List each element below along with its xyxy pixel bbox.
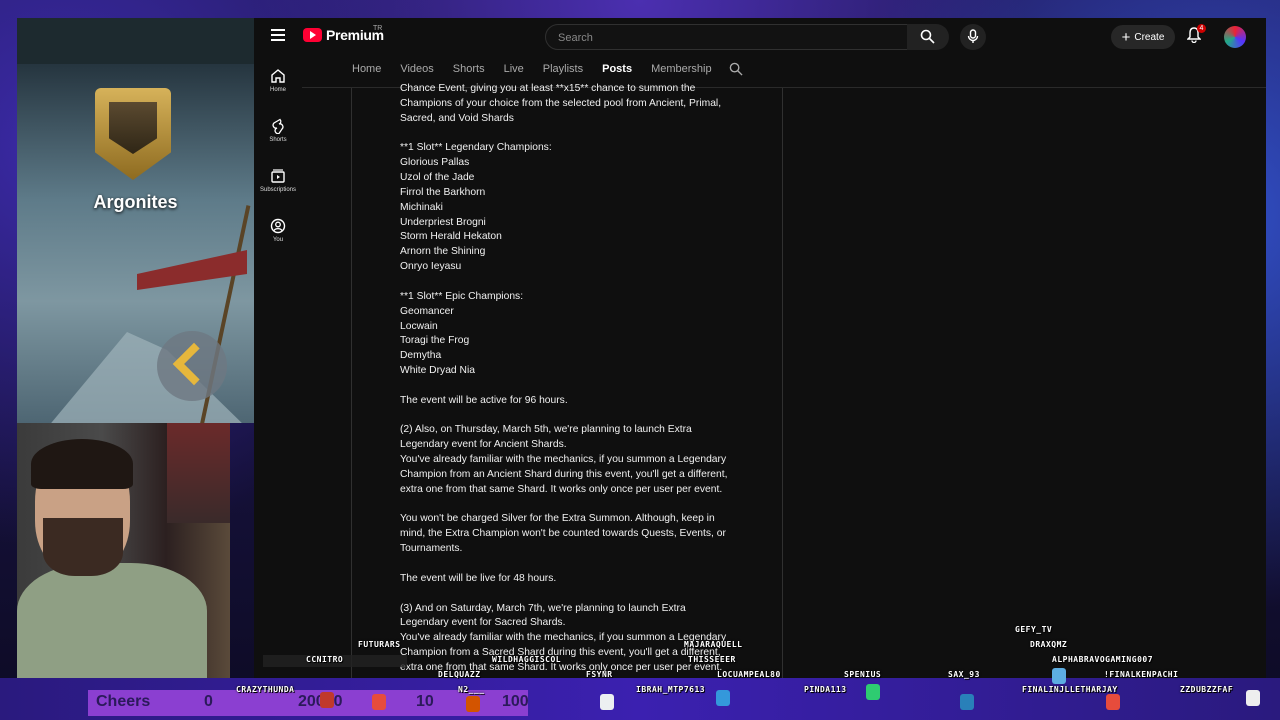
chat-username: !FINALKENPACHI xyxy=(1104,670,1179,679)
search-box xyxy=(545,24,909,51)
nav-home[interactable]: Home xyxy=(254,68,302,118)
webcam-feed xyxy=(17,423,230,678)
account-avatar[interactable] xyxy=(1224,26,1246,48)
cheers-value: 10 xyxy=(416,693,434,710)
nav-subscriptions[interactable]: Subscriptions xyxy=(254,168,302,218)
chat-username: SPENIUS xyxy=(844,670,882,679)
tab-shorts[interactable]: Shorts xyxy=(453,63,485,75)
youtube-play-icon xyxy=(303,28,322,42)
youtube-logo[interactable]: Premium TR xyxy=(303,25,384,43)
game-top-bar xyxy=(17,18,254,64)
chat-username: DRAXQMZ xyxy=(1030,640,1068,649)
notification-count-badge: 4 xyxy=(1197,24,1206,33)
cheers-value: 100 xyxy=(502,693,529,710)
community-post: Chance Event, giving you at least **x15*… xyxy=(351,83,783,678)
chat-username: DELQUAZZ xyxy=(438,670,481,679)
chat-username: GEFY_TV xyxy=(1015,625,1053,634)
nav-shorts[interactable]: Shorts xyxy=(254,118,302,168)
create-label: Create xyxy=(1134,31,1165,43)
chat-username: WILDHAGGISCOL xyxy=(492,655,562,664)
nav-label: Subscriptions xyxy=(259,187,297,193)
chat-username: CCNITRO xyxy=(306,655,344,664)
clan-badge-icon xyxy=(95,88,171,180)
chat-avatar-sprite xyxy=(1052,668,1066,684)
menu-icon[interactable] xyxy=(271,29,285,41)
chat-username: IBRAH_MTP7613 xyxy=(636,685,706,694)
subscriptions-icon xyxy=(271,169,285,183)
tab-live[interactable]: Live xyxy=(504,63,524,75)
create-button[interactable]: + Create xyxy=(1111,25,1175,49)
chat-avatar-sprite xyxy=(600,694,614,710)
tab-videos[interactable]: Videos xyxy=(400,63,433,75)
nav-label: Shorts xyxy=(269,137,287,143)
tab-home[interactable]: Home xyxy=(352,63,381,75)
logo-region: TR xyxy=(373,25,383,32)
chat-avatar-sprite xyxy=(716,690,730,706)
chat-username: LOCUAMPEAL80 xyxy=(717,670,781,679)
chat-avatar-sprite xyxy=(466,696,480,712)
chat-avatar-sprite xyxy=(866,684,880,700)
search-icon xyxy=(920,29,935,44)
nav-label: You xyxy=(272,237,284,243)
channel-tabs: Home Videos Shorts Live Playlists Posts … xyxy=(352,62,743,76)
post-body-text: Chance Event, giving you at least **x15*… xyxy=(400,83,728,673)
cheers-label: Cheers xyxy=(96,693,151,710)
clan-name: Argonites xyxy=(93,192,178,212)
search-input[interactable] xyxy=(556,25,900,51)
chat-avatar-sprite xyxy=(320,692,334,708)
nav-you[interactable]: You xyxy=(254,218,302,268)
back-arrow-button[interactable] xyxy=(157,331,227,401)
chat-username: ZZDUBZZFAF xyxy=(1180,685,1234,694)
chat-username: FINALINJLLETHARJAY xyxy=(1022,685,1118,694)
chat-username: SAX_93 xyxy=(948,670,980,679)
left-navigation: Home Shorts Subscriptions You xyxy=(254,68,302,268)
chat-username: MAJARAQUELL xyxy=(684,640,743,649)
tab-membership[interactable]: Membership xyxy=(651,63,712,75)
chat-username: FSYNR xyxy=(586,670,613,679)
youtube-header: Premium TR + Create 4 xyxy=(254,18,1266,54)
channel-search-icon[interactable] xyxy=(729,62,743,76)
chat-username: THISSEEER xyxy=(688,655,736,664)
chat-username: CRAZYTHUNDA xyxy=(236,685,295,694)
chat-username: FUTURARS xyxy=(358,640,401,649)
nav-label: Home xyxy=(269,87,286,93)
tab-posts[interactable]: Posts xyxy=(602,63,632,75)
chat-avatar-sprite xyxy=(372,694,386,710)
home-icon xyxy=(271,69,285,83)
chat-username: ALPHABRAVOGAMING007 xyxy=(1052,655,1154,664)
tab-playlists[interactable]: Playlists xyxy=(543,63,583,75)
notifications-button[interactable]: 4 xyxy=(1186,24,1206,45)
chat-avatar-sprite xyxy=(1106,694,1120,710)
cheers-count: 0 xyxy=(204,693,213,710)
youtube-window: Premium TR + Create 4 Home Shorts xyxy=(254,18,1266,678)
voice-search-button[interactable] xyxy=(960,24,986,50)
chat-username: PINDA113 xyxy=(804,685,847,694)
chat-avatar-sprite xyxy=(960,694,974,710)
plus-icon: + xyxy=(1121,28,1131,46)
game-view-panel: Argonites xyxy=(17,18,254,423)
chat-avatar-sprite xyxy=(1246,690,1260,706)
you-icon xyxy=(270,218,286,234)
shorts-icon xyxy=(272,118,284,134)
microphone-icon xyxy=(967,29,979,43)
search-button[interactable] xyxy=(907,24,949,50)
chat-username: N2___ xyxy=(458,685,485,694)
